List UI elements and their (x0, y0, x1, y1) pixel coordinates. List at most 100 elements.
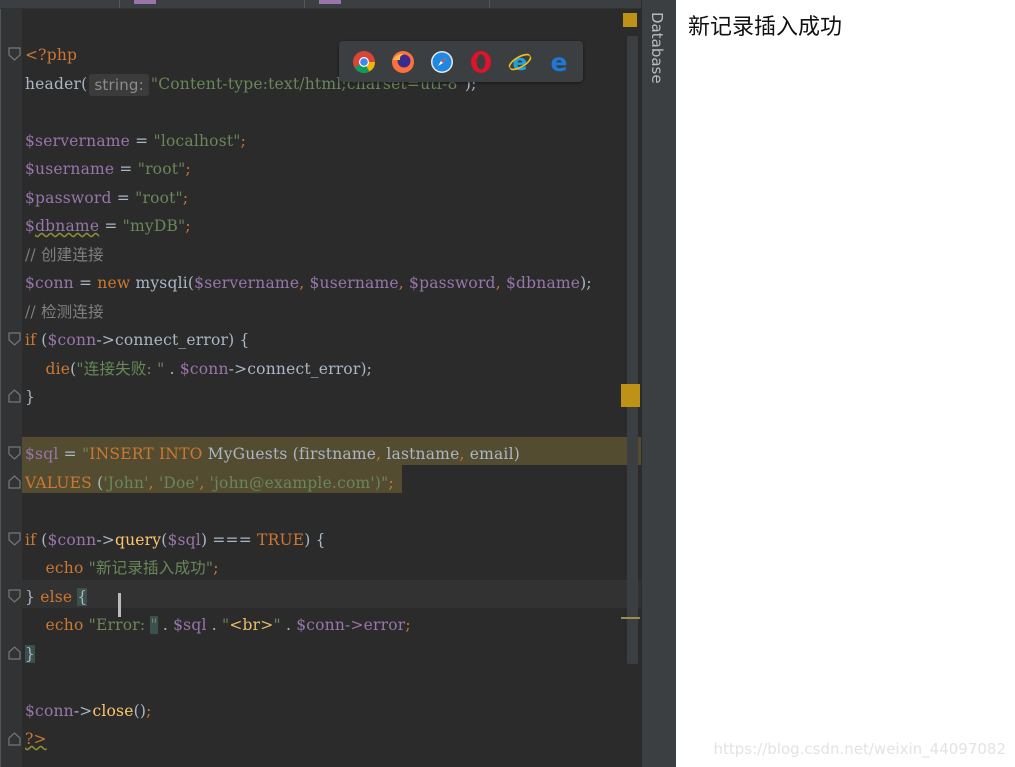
code-token: VALUES (25, 473, 98, 492)
editor-scrollbar[interactable] (627, 36, 638, 664)
code-line[interactable]: if ($conn->query($sql) === TRUE) { (25, 526, 326, 554)
fold-end-icon[interactable] (8, 732, 21, 746)
code-token: <br> (229, 616, 274, 634)
code-token: ; (388, 473, 394, 492)
tool-window-sidebar: Database (641, 0, 676, 767)
code-token: } (25, 388, 36, 406)
code-token: " (150, 616, 158, 634)
code-line[interactable]: } (25, 383, 35, 411)
code-token: $ (25, 217, 36, 235)
code-line[interactable]: $password = "root"; (25, 184, 188, 212)
code-token: $password (409, 274, 496, 292)
code-token: } (25, 644, 36, 663)
firefox-icon[interactable] (391, 50, 415, 74)
edge-icon[interactable]: e (547, 50, 571, 74)
code-token: // 检测连接 (25, 302, 104, 321)
chrome-icon[interactable] (352, 50, 376, 74)
code-token: 'John' (103, 473, 149, 492)
fold-end-icon[interactable] (8, 646, 21, 660)
code-line[interactable]: $sql = "INSERT INTO MyGuests (firstname,… (25, 440, 520, 468)
code-line[interactable]: <?php (25, 41, 77, 69)
database-tool-button[interactable]: Database (648, 12, 666, 84)
code-line[interactable]: die("连接失败: " . $conn->connect_error); (25, 355, 372, 383)
code-token: , (199, 473, 210, 492)
code-token: MyGuests (firstname (207, 445, 377, 463)
fold-end-icon[interactable] (8, 475, 21, 489)
output-message: 新记录插入成功 (688, 15, 843, 40)
code-line[interactable]: echo "新记录插入成功"; (25, 554, 219, 582)
php-file-icon (134, 0, 156, 4)
code-token: else (40, 587, 78, 606)
code-line[interactable]: if ($conn->connect_error) { (25, 326, 250, 354)
code-line[interactable]: $username = "root"; (25, 155, 191, 183)
editor-tab[interactable] (120, 0, 305, 8)
code-token: ; (185, 160, 191, 178)
code-token: email) (469, 445, 520, 463)
code-token: { (77, 587, 88, 606)
code-line[interactable]: $servername = "localhost"; (25, 127, 246, 155)
code-token: $conn (47, 530, 97, 549)
code-token: $sql (25, 445, 59, 463)
watermark: https://blog.csdn.net/weixin_44097082 (713, 740, 1006, 758)
code-line[interactable]: $conn = new mysqli($servername, $usernam… (25, 269, 592, 297)
code-token: , (376, 445, 387, 463)
code-token: " (273, 616, 281, 634)
editor-tab[interactable] (0, 0, 120, 8)
browser-launch-bar: e e (339, 41, 583, 82)
code-line[interactable]: // 创建连接 (25, 241, 104, 269)
fold-collapse-icon[interactable] (8, 446, 21, 460)
error-stripe-marker[interactable] (621, 617, 640, 619)
text-caret (118, 593, 121, 617)
editor-tab[interactable] (305, 0, 490, 8)
code-token: $sql (167, 530, 201, 549)
code-line[interactable]: } (25, 640, 36, 668)
code-line[interactable]: $dbname = "myDB"; (25, 212, 191, 240)
code-token: $conn (25, 701, 74, 720)
opera-icon[interactable] (469, 50, 493, 74)
internet-explorer-icon[interactable]: e (508, 50, 532, 74)
code-editor[interactable]: <?php header(string: "Content-type:text/ht… (22, 9, 641, 767)
code-token: . (164, 359, 180, 378)
code-line[interactable]: ?> (25, 725, 47, 753)
php-file-icon (319, 0, 341, 4)
safari-icon[interactable] (430, 50, 454, 74)
fold-collapse-icon[interactable] (8, 47, 21, 61)
code-token: $conn (179, 359, 229, 378)
code-token: INSERT INTO (89, 445, 208, 463)
code-token: "root" (137, 160, 186, 178)
code-token: TRUE (257, 530, 305, 549)
fold-end-icon[interactable] (8, 389, 21, 403)
code-token: $username (25, 160, 115, 178)
code-token: 'Doe' (158, 473, 200, 492)
code-token: $conn (25, 274, 74, 292)
browser-output: 新记录插入成功 https://blog.csdn.net/weixin_440… (676, 0, 1015, 767)
editor-tab-bar (0, 0, 641, 9)
code-token: die (45, 359, 71, 378)
code-token: "Error: (88, 616, 151, 634)
code-token: } (25, 587, 41, 606)
error-stripe-marker[interactable] (621, 384, 640, 407)
code-line[interactable]: echo "Error: " . $sql . "<br>" . $conn->… (25, 611, 411, 639)
code-token: ; (185, 217, 191, 235)
code-token: , (148, 473, 159, 492)
code-token: $dbname (505, 274, 581, 292)
inspection-status-icon[interactable] (623, 13, 637, 27)
fold-collapse-icon[interactable] (8, 589, 21, 603)
code-token: ); (580, 274, 592, 292)
code-line[interactable]: VALUES ('John', 'Doe', 'john@example.com… (25, 469, 394, 497)
code-token: ?> (25, 730, 47, 748)
code-token: $servername (25, 131, 131, 150)
code-line[interactable]: } else { (25, 583, 88, 611)
fold-collapse-icon[interactable] (8, 332, 21, 346)
code-token: )" (374, 473, 389, 492)
code-token: , (495, 274, 506, 292)
code-token: . (206, 616, 223, 634)
code-token: echo (45, 559, 89, 577)
svg-text:e: e (551, 50, 568, 74)
code-line[interactable]: // 检测连接 (25, 298, 104, 326)
parameter-hint: string: (89, 73, 149, 96)
code-token: 'john@example.com' (209, 473, 375, 492)
code-line[interactable]: $conn->close(); (25, 697, 152, 725)
fold-collapse-icon[interactable] (8, 532, 21, 546)
